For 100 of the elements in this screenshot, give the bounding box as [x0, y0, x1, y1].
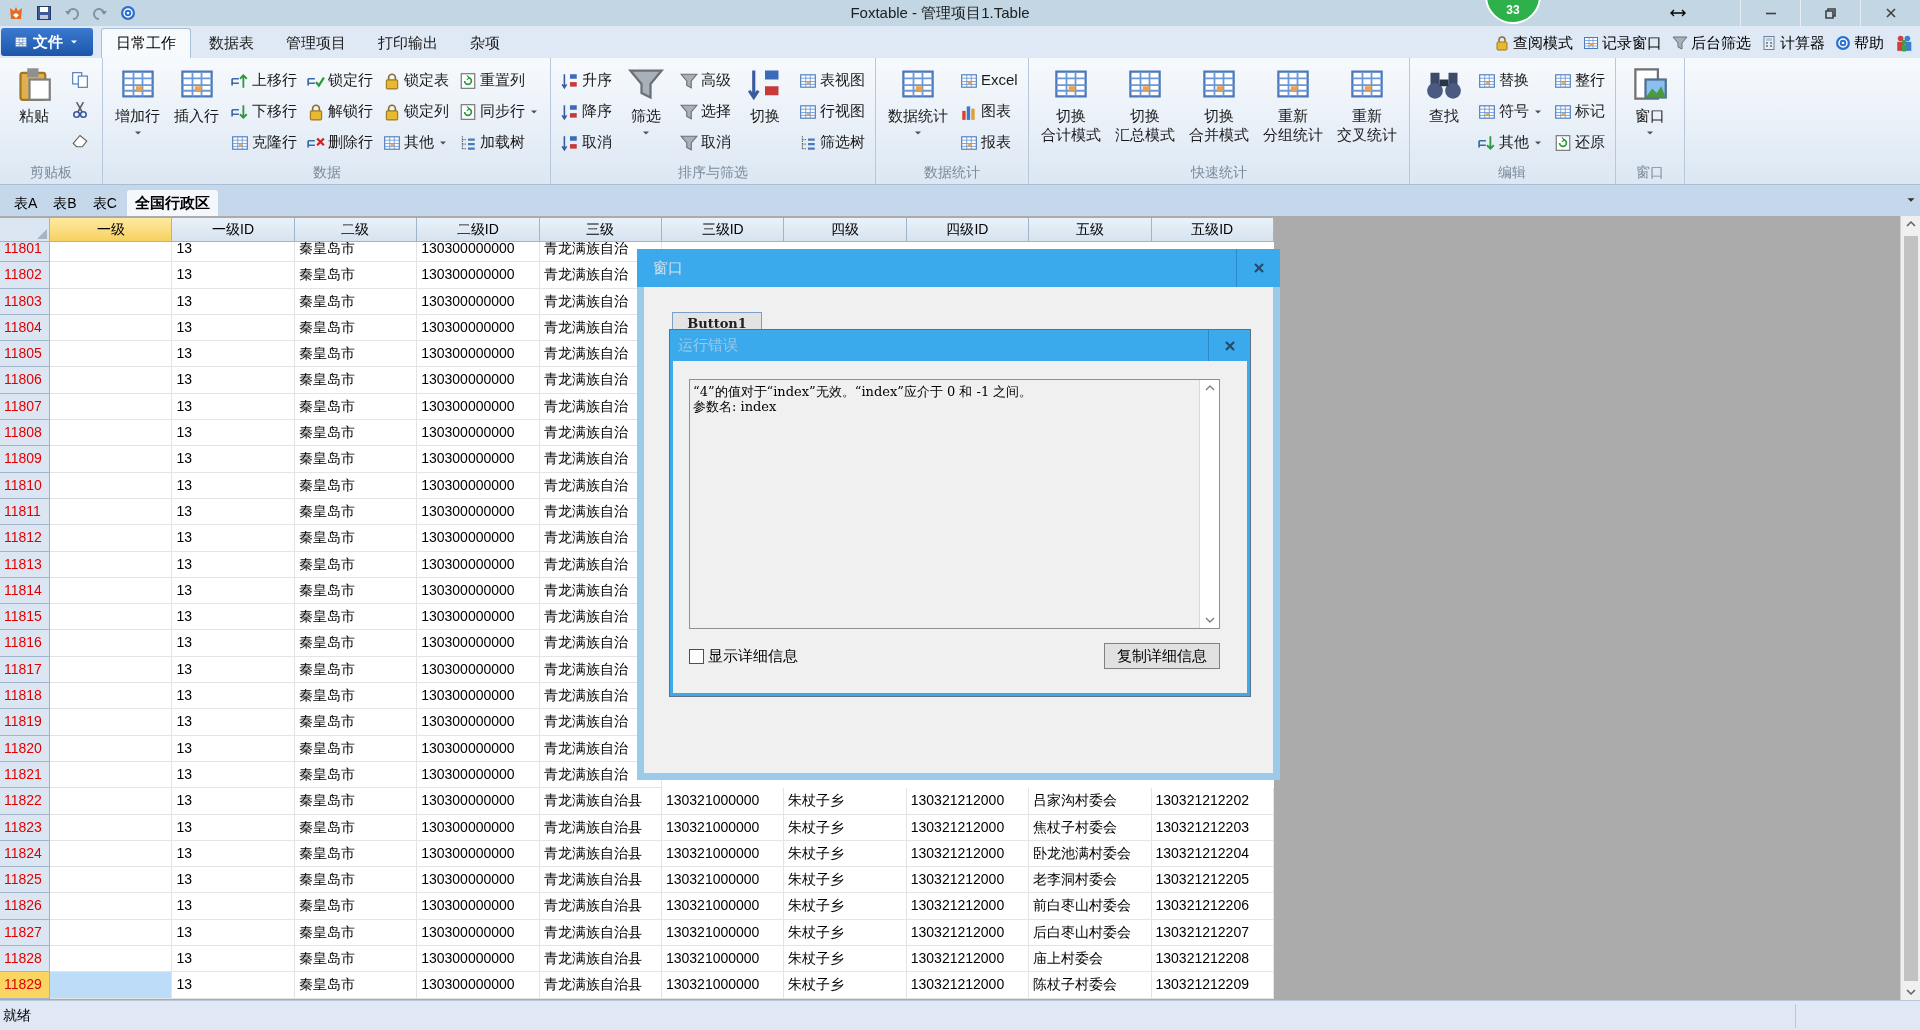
users-button[interactable] — [1894, 33, 1914, 53]
error-message-field[interactable]: “4”的值对于“index”无效。“index”应介于 0 和 -1 之间。 参数名: index — [689, 379, 1220, 629]
row-header[interactable]: 11811 — [0, 498, 50, 526]
row-header[interactable]: 11826 — [0, 893, 50, 920]
row-header[interactable]: 11825 — [0, 867, 50, 894]
sheet-tab[interactable]: 表B — [47, 190, 83, 216]
row-header[interactable]: 11802 — [0, 262, 50, 289]
ribbon-tab[interactable]: 打印输出 — [364, 28, 452, 58]
ribbon-button[interactable]: 删除行 — [307, 128, 373, 157]
ribbon-button[interactable]: 增加行 — [113, 66, 162, 139]
toolbar-link[interactable]: 计算器 — [1761, 31, 1825, 55]
ribbon-button[interactable]: 行视图 — [799, 97, 865, 126]
checkbox[interactable] — [689, 648, 704, 664]
ribbon-tab[interactable]: 数据表 — [195, 28, 268, 58]
row-header[interactable]: 11804 — [0, 314, 50, 342]
row-header[interactable]: 11805 — [0, 341, 50, 368]
toolbar-link[interactable]: 帮助 — [1835, 31, 1884, 55]
column-header[interactable]: 三级ID — [661, 218, 785, 242]
ribbon-tab[interactable]: 日常工作 — [101, 28, 191, 58]
ribbon-button[interactable]: 锁定表 — [383, 66, 449, 95]
row-header[interactable]: 11801 — [0, 242, 50, 263]
vertical-scrollbar[interactable] — [1900, 216, 1920, 1000]
row-header[interactable]: 11827 — [0, 919, 50, 946]
ribbon-button[interactable]: 高级 — [680, 66, 731, 95]
row-header[interactable]: 11809 — [0, 446, 50, 473]
ribbon-button[interactable]: 筛选树 — [799, 128, 865, 157]
ribbon-button[interactable]: 报表 — [960, 128, 1018, 157]
chevron-up-icon[interactable] — [1203, 383, 1216, 393]
ribbon-button[interactable]: 切换 汇总模式 — [1112, 66, 1177, 144]
ribbon-button[interactable]: 切换 合并模式 — [1186, 66, 1251, 144]
ribbon-button[interactable]: 取消 — [680, 128, 731, 157]
column-header[interactable]: 五级ID — [1151, 218, 1274, 242]
checkbox-label[interactable]: 显示详细信息 — [708, 644, 798, 668]
row-header[interactable]: 11824 — [0, 840, 50, 868]
row-header[interactable]: 11806 — [0, 367, 50, 394]
toolbar-link[interactable]: 查阅模式 — [1494, 31, 1573, 55]
row-header[interactable]: 11817 — [0, 656, 50, 684]
ribbon-button[interactable]: 查找 — [1419, 66, 1468, 125]
toolbar-link[interactable]: 后台筛选 — [1672, 31, 1751, 55]
ribbon-button[interactable]: 切换 — [741, 66, 789, 125]
ribbon-button[interactable]: 上移行 — [231, 66, 297, 95]
row-header[interactable]: 11810 — [0, 472, 50, 499]
column-header[interactable]: 四级ID — [906, 218, 1030, 242]
ribbon-button[interactable]: 重新 交叉统计 — [1334, 66, 1399, 144]
ribbon-button[interactable]: 选择 — [680, 97, 731, 126]
ribbon-button[interactable]: 数据统计 — [886, 66, 950, 139]
save-button[interactable] — [34, 3, 54, 23]
ribbon-button[interactable]: 取消 — [561, 128, 612, 157]
ribbon-button[interactable]: 符号 — [1477, 97, 1544, 126]
help-button[interactable] — [118, 3, 138, 23]
ribbon-button[interactable]: 替换 — [1477, 66, 1544, 95]
ribbon-button[interactable]: 表视图 — [799, 66, 865, 95]
ribbon-button[interactable]: 降序 — [561, 97, 612, 126]
ribbon-button[interactable]: 其他 — [1477, 128, 1544, 157]
row-header[interactable]: 11822 — [0, 788, 50, 815]
row-header[interactable]: 11814 — [0, 577, 50, 605]
sheet-tab[interactable]: 全国行政区 — [126, 190, 218, 216]
row-header[interactable]: 11812 — [0, 525, 50, 552]
ribbon-button[interactable]: 升序 — [561, 66, 612, 95]
row-header[interactable]: 11816 — [0, 630, 50, 657]
vertical-scrollbar[interactable] — [1199, 380, 1219, 628]
row-header[interactable]: 11815 — [0, 604, 50, 631]
column-header[interactable]: 一级ID — [172, 218, 295, 242]
ribbon-button[interactable]: 锁定列 — [383, 97, 449, 126]
ribbon-button[interactable]: 窗口 — [1625, 66, 1674, 139]
row-header[interactable]: 11808 — [0, 420, 50, 447]
column-header[interactable]: 四级 — [784, 218, 907, 242]
ribbon-button[interactable]: 还原 — [1553, 128, 1605, 157]
ribbon-tab[interactable]: 杂项 — [456, 28, 514, 58]
row-header[interactable]: 11813 — [0, 551, 50, 578]
column-header[interactable]: 二级 — [294, 218, 418, 242]
row-header[interactable]: 11818 — [0, 683, 50, 710]
ribbon-button[interactable]: 解锁行 — [307, 97, 373, 126]
row-header[interactable]: 11807 — [0, 393, 50, 421]
ribbon-button[interactable]: 筛选 — [622, 66, 670, 139]
copy-details-button[interactable]: 复制详细信息 — [1104, 643, 1220, 669]
ribbon-button[interactable]: 下移行 — [231, 97, 297, 126]
ribbon-button[interactable]: 粘贴 — [10, 66, 58, 125]
row-header[interactable]: 11821 — [0, 761, 50, 789]
row-header[interactable]: 11820 — [0, 735, 50, 762]
ribbon-button[interactable]: 加载树 — [459, 128, 540, 157]
column-header[interactable]: 三级 — [539, 218, 662, 242]
row-header[interactable]: 11803 — [0, 288, 50, 315]
file-menu-button[interactable]: 文件 — [1, 28, 93, 56]
sheet-tab[interactable]: 表C — [86, 190, 123, 216]
row-header[interactable]: 11829 — [0, 972, 50, 999]
chevron-down-icon[interactable] — [1203, 615, 1216, 625]
row-header[interactable]: 11823 — [0, 814, 50, 841]
row-header[interactable]: 11819 — [0, 709, 50, 736]
column-header[interactable]: 五级 — [1029, 218, 1152, 242]
ribbon-button[interactable]: 克隆行 — [231, 128, 297, 157]
sheet-tab[interactable]: 表A — [8, 190, 44, 216]
column-header[interactable]: 一级 — [50, 218, 173, 242]
ribbon-button[interactable]: 重置列 — [459, 66, 540, 95]
ribbon-button[interactable]: 标记 — [1553, 97, 1605, 126]
toolbar-link[interactable]: 记录窗口 — [1583, 31, 1662, 55]
ribbon-button[interactable]: 其他 — [383, 128, 449, 157]
ribbon-button[interactable]: 图表 — [960, 97, 1018, 126]
ribbon-button[interactable]: 切换 合计模式 — [1038, 66, 1103, 144]
ribbon-tab[interactable]: 管理项目 — [272, 28, 360, 58]
